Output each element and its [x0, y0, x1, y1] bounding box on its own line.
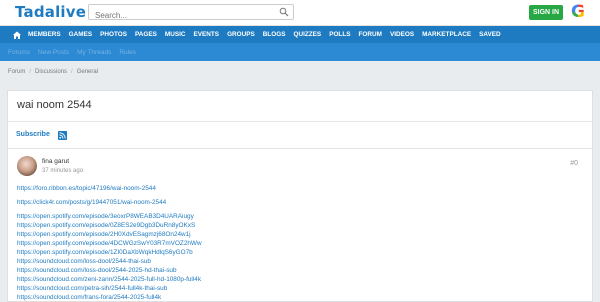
google-icon-letter: G — [571, 2, 585, 22]
post-body: https://foro.ribbon.es/topic/47196/wai-n… — [17, 184, 202, 302]
nav-item-forum[interactable]: FORUM — [359, 31, 382, 38]
site-logo[interactable]: Tadalive — [15, 3, 86, 21]
subnav-my-threads[interactable]: My Threads — [77, 49, 111, 56]
post-time: 37 minutes ago — [42, 168, 84, 174]
search-icon[interactable] — [279, 7, 289, 17]
nav-item-polls[interactable]: POLLS — [329, 31, 350, 38]
nav-item-videos[interactable]: VIDEOS — [390, 31, 414, 38]
post-link[interactable]: https://open.spotify.com/episode/0Z8ES2e… — [17, 221, 202, 230]
breadcrumb-separator: / — [71, 69, 73, 75]
breadcrumb-general[interactable]: General — [77, 69, 98, 75]
nav-item-events[interactable]: EVENTS — [193, 31, 219, 38]
nav-item-members[interactable]: MEMBERS — [28, 31, 61, 38]
nav-item-groups[interactable]: GROUPS — [227, 31, 255, 38]
home-icon[interactable] — [12, 30, 22, 40]
nav-item-saved[interactable]: SAVED — [479, 31, 501, 38]
post-number[interactable]: #0 — [570, 160, 578, 167]
top-header: Tadalive SIGN IN G — [0, 0, 600, 26]
thread-card: wai noom 2544 Subscribe fina garut 37 mi… — [7, 90, 593, 302]
divider — [8, 121, 592, 122]
post-link[interactable]: https://soundcloud.com/zeni-zann/2544-20… — [17, 275, 202, 284]
subscribe-link[interactable]: Subscribe — [16, 131, 50, 138]
post-link[interactable]: https://open.spotify.com/episode/3eoxrP8… — [17, 212, 202, 221]
nav-item-games[interactable]: GAMES — [69, 31, 92, 38]
post-link[interactable]: https://open.spotify.com/episode/1ZI0DaX… — [17, 248, 202, 257]
subnav-rules[interactable]: Rules — [119, 49, 136, 56]
post-link[interactable]: https://foro.ribbon.es/topic/47196/wai-n… — [17, 184, 202, 193]
nav-item-photos[interactable]: PHOTOS — [100, 31, 127, 38]
breadcrumb: Forum / Discussions / General — [0, 61, 600, 83]
post-link[interactable]: https://open.spotify.com/episode/2H0XdvE… — [17, 230, 202, 239]
forum-subnav: Forums New Posts My Threads Rules — [0, 43, 600, 61]
post-link[interactable]: https://soundcloud.com/frans-fora/2544-2… — [17, 293, 202, 302]
main-nav: MEMBERS GAMES PHOTOS PAGES MUSIC EVENTS … — [0, 26, 600, 43]
nav-item-pages[interactable]: PAGES — [135, 31, 157, 38]
post-link[interactable]: https://open.spotify.com/episode/4DCWGzS… — [17, 239, 202, 248]
rss-icon[interactable] — [58, 131, 67, 140]
nav-item-music[interactable]: MUSIC — [165, 31, 186, 38]
breadcrumb-separator: / — [29, 69, 32, 75]
thread-title: wai noom 2544 — [17, 99, 92, 111]
nav-item-quizzes[interactable]: QUIZZES — [294, 31, 322, 38]
google-icon[interactable]: G — [571, 3, 588, 22]
avatar[interactable] — [17, 156, 37, 176]
post-link[interactable]: https://soundcloud.com/loss-dool/2544-20… — [17, 266, 202, 275]
sign-in-button[interactable]: SIGN IN — [529, 5, 563, 20]
breadcrumb-discussions[interactable]: Discussions — [35, 69, 67, 75]
nav-item-blogs[interactable]: BLOGS — [263, 31, 286, 38]
subnav-new-posts[interactable]: New Posts — [38, 49, 69, 56]
search-input[interactable] — [89, 8, 275, 23]
post-link[interactable]: https://soundcloud.com/loss-dool/2544-th… — [17, 257, 202, 266]
subnav-forums[interactable]: Forums — [8, 49, 30, 56]
breadcrumb-forum[interactable]: Forum — [8, 69, 25, 75]
nav-item-marketplace[interactable]: MARKETPLACE — [422, 31, 471, 38]
post-link[interactable]: https://soundcloud.com/petra-sih/2544-fu… — [17, 284, 202, 293]
divider — [8, 148, 592, 149]
post-author[interactable]: fina garut — [42, 158, 69, 165]
search-box[interactable] — [88, 4, 294, 23]
post-link[interactable]: https://click4r.com/posts/g/19447051/wai… — [17, 198, 202, 207]
